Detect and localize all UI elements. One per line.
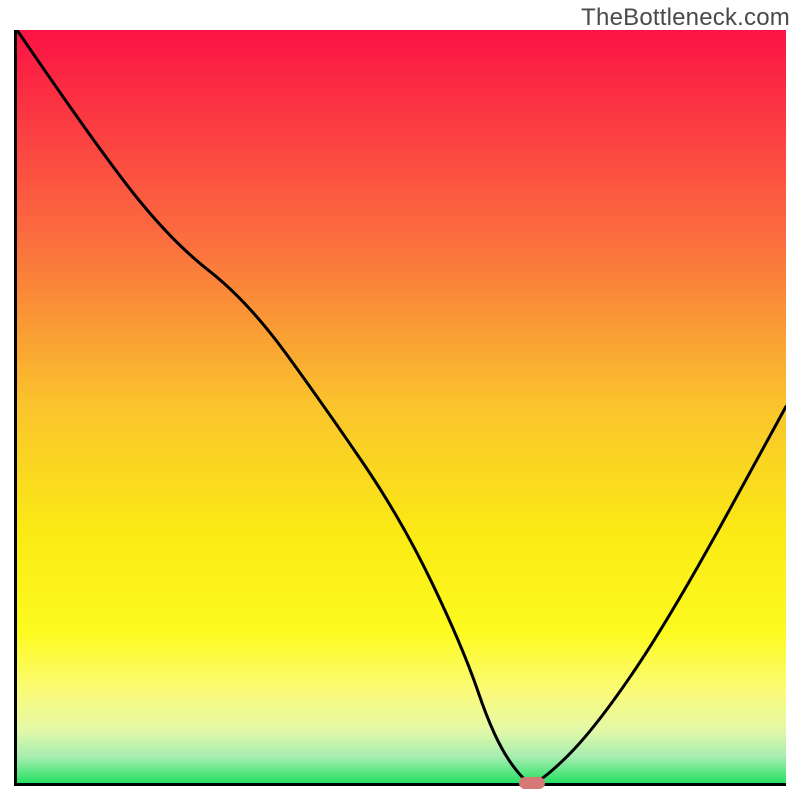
plot-axes [14, 30, 786, 786]
chart-stage: TheBottleneck.com [0, 0, 800, 800]
minimum-marker [519, 777, 545, 789]
watermark-text: TheBottleneck.com [581, 4, 790, 32]
